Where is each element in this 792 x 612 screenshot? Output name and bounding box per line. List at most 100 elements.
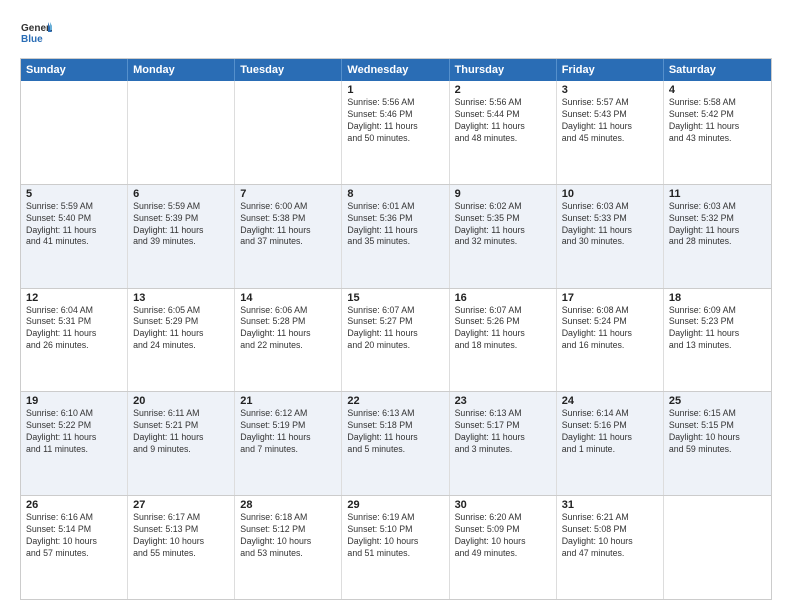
cell-date-number: 13 — [133, 292, 229, 304]
cell-info-text: Sunrise: 5:56 AM Sunset: 5:46 PM Dayligh… — [347, 97, 443, 145]
cell-date-number: 24 — [562, 395, 658, 407]
calendar-cell-1: 1Sunrise: 5:56 AM Sunset: 5:46 PM Daylig… — [342, 81, 449, 184]
calendar-week-4: 19Sunrise: 6:10 AM Sunset: 5:22 PM Dayli… — [21, 392, 771, 496]
cell-info-text: Sunrise: 6:15 AM Sunset: 5:15 PM Dayligh… — [669, 408, 766, 456]
calendar-cell-9: 9Sunrise: 6:02 AM Sunset: 5:35 PM Daylig… — [450, 185, 557, 288]
calendar-cell-27: 27Sunrise: 6:17 AM Sunset: 5:13 PM Dayli… — [128, 496, 235, 599]
calendar-cell-11: 11Sunrise: 6:03 AM Sunset: 5:32 PM Dayli… — [664, 185, 771, 288]
calendar-cell-13: 13Sunrise: 6:05 AM Sunset: 5:29 PM Dayli… — [128, 289, 235, 392]
cell-date-number: 29 — [347, 499, 443, 511]
page: General Blue SundayMondayTuesdayWednesda… — [0, 0, 792, 612]
cell-date-number: 28 — [240, 499, 336, 511]
calendar-cell-5: 5Sunrise: 5:59 AM Sunset: 5:40 PM Daylig… — [21, 185, 128, 288]
calendar-cell-12: 12Sunrise: 6:04 AM Sunset: 5:31 PM Dayli… — [21, 289, 128, 392]
calendar-cell-31: 31Sunrise: 6:21 AM Sunset: 5:08 PM Dayli… — [557, 496, 664, 599]
calendar: SundayMondayTuesdayWednesdayThursdayFrid… — [20, 58, 772, 600]
cell-info-text: Sunrise: 5:58 AM Sunset: 5:42 PM Dayligh… — [669, 97, 766, 145]
cell-date-number: 3 — [562, 84, 658, 96]
cell-date-number: 1 — [347, 84, 443, 96]
cell-info-text: Sunrise: 6:18 AM Sunset: 5:12 PM Dayligh… — [240, 512, 336, 560]
calendar-cell-26: 26Sunrise: 6:16 AM Sunset: 5:14 PM Dayli… — [21, 496, 128, 599]
cell-info-text: Sunrise: 6:13 AM Sunset: 5:18 PM Dayligh… — [347, 408, 443, 456]
cell-date-number: 10 — [562, 188, 658, 200]
calendar-cell-23: 23Sunrise: 6:13 AM Sunset: 5:17 PM Dayli… — [450, 392, 557, 495]
header: General Blue — [20, 18, 772, 50]
cell-date-number: 22 — [347, 395, 443, 407]
calendar-header: SundayMondayTuesdayWednesdayThursdayFrid… — [21, 59, 771, 81]
logo: General Blue — [20, 18, 52, 50]
logo-svg: General Blue — [20, 18, 52, 50]
calendar-cell-28: 28Sunrise: 6:18 AM Sunset: 5:12 PM Dayli… — [235, 496, 342, 599]
header-day-wednesday: Wednesday — [342, 59, 449, 81]
cell-info-text: Sunrise: 5:57 AM Sunset: 5:43 PM Dayligh… — [562, 97, 658, 145]
header-day-friday: Friday — [557, 59, 664, 81]
calendar-cell-10: 10Sunrise: 6:03 AM Sunset: 5:33 PM Dayli… — [557, 185, 664, 288]
calendar-week-3: 12Sunrise: 6:04 AM Sunset: 5:31 PM Dayli… — [21, 289, 771, 393]
cell-info-text: Sunrise: 6:03 AM Sunset: 5:32 PM Dayligh… — [669, 201, 766, 249]
cell-date-number: 18 — [669, 292, 766, 304]
cell-date-number: 12 — [26, 292, 122, 304]
calendar-body: 1Sunrise: 5:56 AM Sunset: 5:46 PM Daylig… — [21, 81, 771, 599]
calendar-cell-8: 8Sunrise: 6:01 AM Sunset: 5:36 PM Daylig… — [342, 185, 449, 288]
cell-info-text: Sunrise: 6:09 AM Sunset: 5:23 PM Dayligh… — [669, 305, 766, 353]
cell-info-text: Sunrise: 5:59 AM Sunset: 5:40 PM Dayligh… — [26, 201, 122, 249]
cell-info-text: Sunrise: 6:04 AM Sunset: 5:31 PM Dayligh… — [26, 305, 122, 353]
cell-info-text: Sunrise: 6:08 AM Sunset: 5:24 PM Dayligh… — [562, 305, 658, 353]
svg-text:General: General — [21, 23, 52, 34]
cell-date-number: 9 — [455, 188, 551, 200]
cell-date-number: 23 — [455, 395, 551, 407]
cell-info-text: Sunrise: 6:10 AM Sunset: 5:22 PM Dayligh… — [26, 408, 122, 456]
cell-date-number: 16 — [455, 292, 551, 304]
cell-info-text: Sunrise: 5:59 AM Sunset: 5:39 PM Dayligh… — [133, 201, 229, 249]
cell-info-text: Sunrise: 6:07 AM Sunset: 5:27 PM Dayligh… — [347, 305, 443, 353]
calendar-cell-6: 6Sunrise: 5:59 AM Sunset: 5:39 PM Daylig… — [128, 185, 235, 288]
cell-info-text: Sunrise: 6:13 AM Sunset: 5:17 PM Dayligh… — [455, 408, 551, 456]
cell-info-text: Sunrise: 6:17 AM Sunset: 5:13 PM Dayligh… — [133, 512, 229, 560]
cell-date-number: 20 — [133, 395, 229, 407]
cell-info-text: Sunrise: 6:19 AM Sunset: 5:10 PM Dayligh… — [347, 512, 443, 560]
header-day-monday: Monday — [128, 59, 235, 81]
calendar-cell-19: 19Sunrise: 6:10 AM Sunset: 5:22 PM Dayli… — [21, 392, 128, 495]
cell-info-text: Sunrise: 6:14 AM Sunset: 5:16 PM Dayligh… — [562, 408, 658, 456]
cell-date-number: 19 — [26, 395, 122, 407]
cell-date-number: 7 — [240, 188, 336, 200]
calendar-cell-empty-0-2 — [235, 81, 342, 184]
calendar-cell-14: 14Sunrise: 6:06 AM Sunset: 5:28 PM Dayli… — [235, 289, 342, 392]
cell-date-number: 30 — [455, 499, 551, 511]
calendar-cell-29: 29Sunrise: 6:19 AM Sunset: 5:10 PM Dayli… — [342, 496, 449, 599]
cell-info-text: Sunrise: 6:12 AM Sunset: 5:19 PM Dayligh… — [240, 408, 336, 456]
cell-date-number: 5 — [26, 188, 122, 200]
cell-date-number: 2 — [455, 84, 551, 96]
calendar-week-1: 1Sunrise: 5:56 AM Sunset: 5:46 PM Daylig… — [21, 81, 771, 185]
calendar-cell-17: 17Sunrise: 6:08 AM Sunset: 5:24 PM Dayli… — [557, 289, 664, 392]
calendar-cell-20: 20Sunrise: 6:11 AM Sunset: 5:21 PM Dayli… — [128, 392, 235, 495]
calendar-cell-2: 2Sunrise: 5:56 AM Sunset: 5:44 PM Daylig… — [450, 81, 557, 184]
header-day-sunday: Sunday — [21, 59, 128, 81]
calendar-cell-3: 3Sunrise: 5:57 AM Sunset: 5:43 PM Daylig… — [557, 81, 664, 184]
cell-date-number: 6 — [133, 188, 229, 200]
cell-date-number: 26 — [26, 499, 122, 511]
calendar-cell-empty-0-0 — [21, 81, 128, 184]
cell-date-number: 25 — [669, 395, 766, 407]
calendar-cell-21: 21Sunrise: 6:12 AM Sunset: 5:19 PM Dayli… — [235, 392, 342, 495]
cell-info-text: Sunrise: 6:11 AM Sunset: 5:21 PM Dayligh… — [133, 408, 229, 456]
cell-info-text: Sunrise: 6:20 AM Sunset: 5:09 PM Dayligh… — [455, 512, 551, 560]
cell-date-number: 14 — [240, 292, 336, 304]
cell-date-number: 11 — [669, 188, 766, 200]
cell-info-text: Sunrise: 6:02 AM Sunset: 5:35 PM Dayligh… — [455, 201, 551, 249]
calendar-cell-30: 30Sunrise: 6:20 AM Sunset: 5:09 PM Dayli… — [450, 496, 557, 599]
cell-info-text: Sunrise: 6:06 AM Sunset: 5:28 PM Dayligh… — [240, 305, 336, 353]
cell-info-text: Sunrise: 5:56 AM Sunset: 5:44 PM Dayligh… — [455, 97, 551, 145]
header-day-thursday: Thursday — [450, 59, 557, 81]
calendar-cell-empty-4-6 — [664, 496, 771, 599]
calendar-cell-25: 25Sunrise: 6:15 AM Sunset: 5:15 PM Dayli… — [664, 392, 771, 495]
cell-date-number: 31 — [562, 499, 658, 511]
cell-info-text: Sunrise: 6:01 AM Sunset: 5:36 PM Dayligh… — [347, 201, 443, 249]
cell-date-number: 17 — [562, 292, 658, 304]
calendar-week-2: 5Sunrise: 5:59 AM Sunset: 5:40 PM Daylig… — [21, 185, 771, 289]
calendar-cell-empty-0-1 — [128, 81, 235, 184]
calendar-cell-4: 4Sunrise: 5:58 AM Sunset: 5:42 PM Daylig… — [664, 81, 771, 184]
cell-date-number: 4 — [669, 84, 766, 96]
calendar-cell-18: 18Sunrise: 6:09 AM Sunset: 5:23 PM Dayli… — [664, 289, 771, 392]
header-day-tuesday: Tuesday — [235, 59, 342, 81]
